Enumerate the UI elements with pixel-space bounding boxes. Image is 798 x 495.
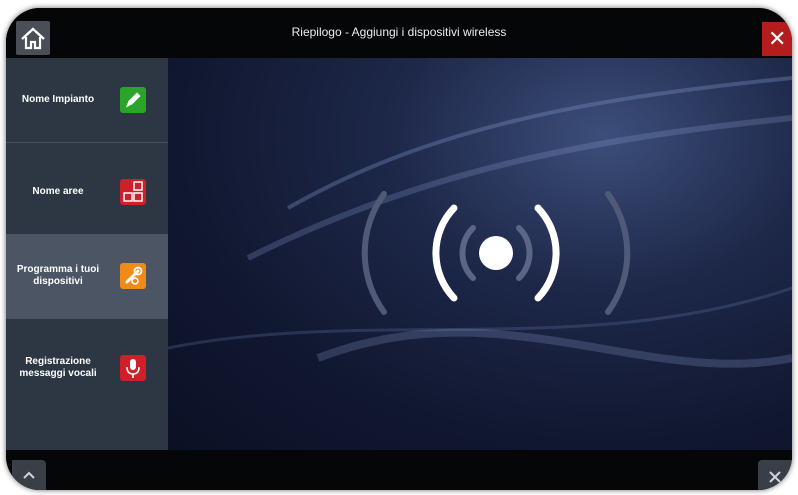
close-button[interactable]: ✕	[762, 22, 792, 56]
microphone-icon	[120, 355, 146, 381]
sidebar-item-nome-aree[interactable]: Nome aree	[6, 150, 168, 235]
sidebar-item-messaggi-vocali[interactable]: Registrazione messaggi vocali	[6, 326, 168, 410]
sidebar-item-nome-impianto[interactable]: Nome Impianto	[6, 58, 168, 143]
sidebar-item-label: Registrazione messaggi vocali	[19, 356, 97, 379]
areas-grid-icon	[120, 179, 146, 205]
back-corner-button[interactable]	[12, 460, 46, 490]
sidebar-item-label: Nome aree	[32, 186, 84, 197]
header-bar: Riepilogo - Aggiungi i dispositivi wirel…	[6, 8, 792, 58]
sidebar-item-programma-dispositivi[interactable]: Programma i tuoi dispositivi	[6, 234, 168, 319]
footer-bar	[6, 450, 792, 490]
wireless-signal-icon	[361, 191, 631, 315]
sidebar-item-label: Nome Impianto	[21, 94, 95, 105]
pencil-icon	[120, 87, 146, 113]
wrench-link-icon	[120, 263, 146, 289]
close-icon: ✕	[768, 26, 787, 51]
sidebar-item-label: Programma i tuoi dispositivi	[16, 264, 100, 287]
close-corner-button[interactable]	[758, 460, 792, 490]
sidebar: Nome Impianto Nome aree Programma i tuoi…	[6, 58, 168, 490]
page-title: Riepilogo - Aggiungi i dispositivi wirel…	[291, 25, 507, 39]
main-content	[168, 58, 792, 450]
chevron-up-icon	[23, 471, 35, 479]
close-icon	[769, 471, 781, 483]
app-window: Riepilogo - Aggiungi i dispositivi wirel…	[6, 8, 792, 490]
